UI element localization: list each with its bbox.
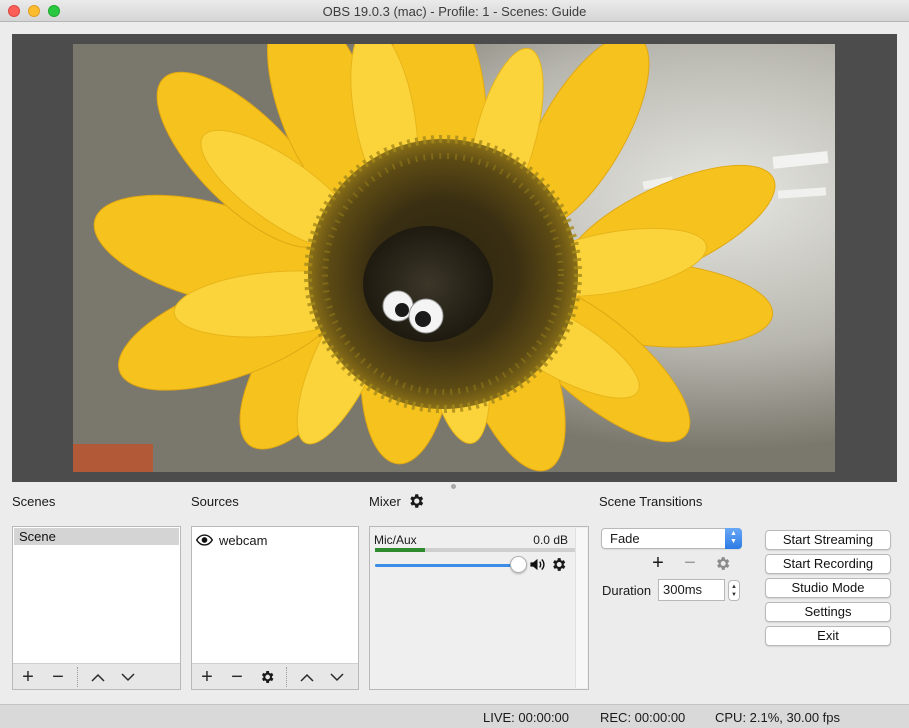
chevron-up-icon[interactable] [89, 668, 107, 686]
scenes-label: Scenes [12, 494, 56, 509]
gear-icon[interactable] [407, 492, 425, 510]
scenes-list[interactable]: Scene + − [12, 526, 181, 690]
source-name: webcam [219, 532, 268, 548]
title-bar: OBS 19.0.3 (mac) - Profile: 1 - Scenes: … [0, 0, 909, 22]
scene-transitions-label: Scene Transitions [599, 494, 703, 509]
splitter-handle[interactable] [451, 484, 456, 489]
select-arrows-icon: ▲ ▼ [725, 528, 742, 549]
chevron-down-icon[interactable] [119, 668, 137, 686]
chevron-down-icon[interactable] [328, 668, 346, 686]
volume-meter-level [375, 548, 425, 552]
cpu-status: CPU: 2.1%, 30.00 fps [715, 710, 841, 725]
volume-slider-handle[interactable] [510, 556, 527, 573]
window-title: OBS 19.0.3 (mac) - Profile: 1 - Scenes: … [322, 4, 587, 19]
studio-mode-button[interactable]: Studio Mode [765, 578, 891, 598]
toolbar-divider [77, 667, 78, 687]
start-streaming-button[interactable]: Start Streaming [765, 530, 891, 550]
transition-select[interactable]: Fade ▲ ▼ [601, 528, 742, 549]
eye-icon[interactable] [196, 534, 213, 546]
start-recording-button[interactable]: Start Recording [765, 554, 891, 574]
sunflower-image [73, 44, 835, 472]
live-status: LIVE: 00:00:00 [483, 710, 570, 725]
mixer-panel: Mic/Aux 0.0 dB [369, 526, 589, 690]
mixer-scrollbar[interactable] [575, 528, 587, 688]
plus-icon[interactable]: + [19, 667, 37, 687]
minus-icon[interactable]: − [228, 667, 246, 687]
plus-icon[interactable]: + [198, 667, 216, 687]
scene-list-item[interactable]: Scene [14, 528, 179, 545]
chevron-up-icon[interactable] [298, 668, 316, 686]
sources-list[interactable]: webcam + − [191, 526, 359, 690]
source-list-item[interactable]: webcam [196, 531, 267, 549]
sources-toolbar: + − [192, 663, 358, 689]
settings-button[interactable]: Settings [765, 602, 891, 622]
exit-button[interactable]: Exit [765, 626, 891, 646]
duration-input[interactable]: 300ms [658, 579, 725, 601]
preview-area[interactable] [12, 34, 897, 482]
scenes-toolbar: + − [13, 663, 180, 689]
minus-icon[interactable]: − [49, 667, 67, 687]
mixer-channel-name: Mic/Aux [374, 533, 417, 547]
transition-select-value: Fade [610, 531, 640, 546]
speaker-icon[interactable] [529, 557, 546, 572]
sources-label: Sources [191, 494, 239, 509]
minus-icon[interactable]: − [681, 552, 699, 574]
mixer-channel-db: 0.0 dB [533, 533, 568, 547]
webcam-preview-image [73, 44, 835, 472]
duration-stepper[interactable]: ▲ ▼ [728, 580, 740, 601]
volume-meter [375, 548, 575, 552]
gear-icon[interactable] [713, 554, 731, 572]
duration-label: Duration [602, 583, 652, 598]
status-bar: LIVE: 00:00:00 REC: 00:00:00 CPU: 2.1%, … [0, 704, 909, 728]
volume-slider-fill [375, 564, 518, 567]
mixer-label: Mixer [369, 494, 401, 509]
gear-icon[interactable] [550, 556, 567, 573]
gear-icon[interactable] [258, 668, 276, 686]
plus-icon[interactable]: + [649, 552, 667, 574]
rec-status: REC: 00:00:00 [600, 710, 686, 725]
volume-slider[interactable] [375, 564, 518, 567]
toolbar-divider [286, 667, 287, 687]
